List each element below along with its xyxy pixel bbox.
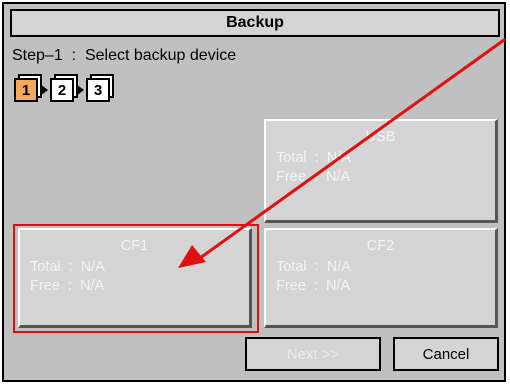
step-instruction: Step–1 : Select backup device: [12, 47, 237, 64]
device-usb-button[interactable]: USB Total : N/A Free : N/A: [264, 119, 498, 223]
device-free: Free : N/A: [276, 278, 351, 294]
step-arrow-icon: [40, 84, 48, 96]
device-total: Total : N/A: [30, 259, 105, 275]
step-1-box: 1: [14, 78, 38, 102]
device-free: Free : N/A: [276, 169, 351, 185]
device-name: USB: [365, 129, 396, 145]
step-3-box: 3: [86, 78, 110, 102]
device-total: Total : N/A: [276, 150, 351, 166]
device-cf2-button[interactable]: CF2 Total : N/A Free : N/A: [264, 228, 498, 328]
step-2-box: 2: [50, 78, 74, 102]
device-name: CF1: [120, 238, 149, 254]
device-total: Total : N/A: [276, 259, 351, 275]
device-free: Free : N/A: [30, 278, 105, 294]
next-button[interactable]: Next >>: [245, 337, 381, 371]
device-name: CF2: [366, 238, 395, 254]
cancel-button[interactable]: Cancel: [393, 337, 499, 371]
dialog-title: Backup: [10, 9, 500, 37]
device-cf1-button[interactable]: CF1 Total : N/A Free : N/A: [18, 228, 252, 328]
step-arrow-icon: [76, 84, 84, 96]
